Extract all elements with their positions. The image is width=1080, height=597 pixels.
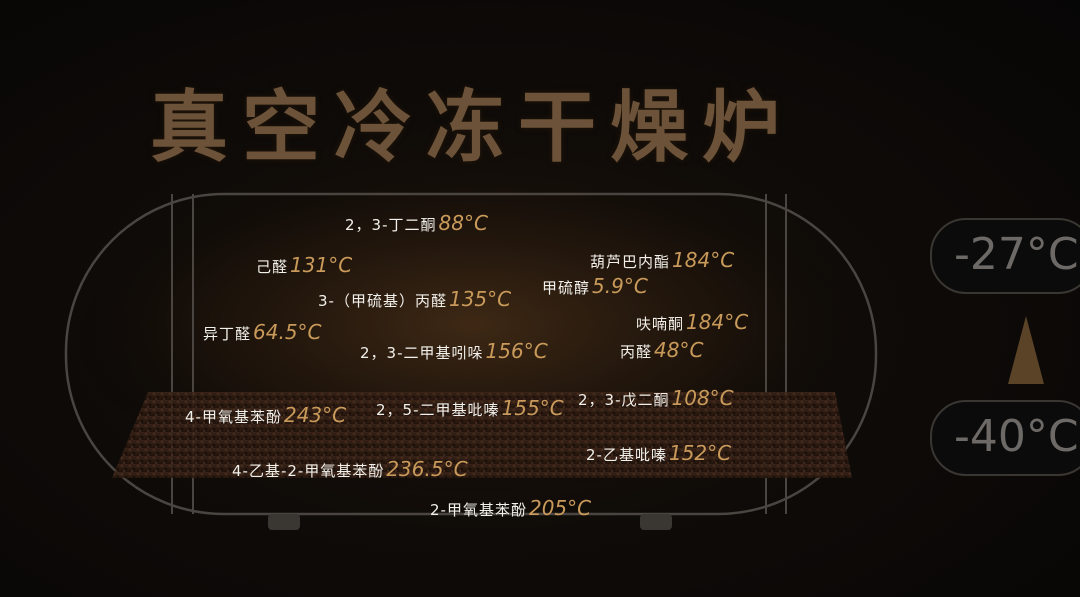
compound-name: 2-乙基吡嗪: [586, 446, 667, 464]
compound-temp: 243°C: [283, 403, 347, 427]
compound-temp: 64.5°C: [253, 320, 322, 344]
compound-name: 2，3-戊二酮: [578, 391, 670, 409]
upper-temperature-value: -27°C: [954, 229, 1079, 280]
compound-label: 2，3-戊二酮 108°C: [578, 385, 734, 413]
up-triangle-icon: [1008, 316, 1044, 384]
compound-label: 4-乙基-2-甲氧基苯酚 236.5°C: [232, 456, 468, 484]
compound-name: 3-（甲硫基）丙醛: [318, 292, 447, 310]
compound-temp: 135°C: [448, 287, 512, 311]
compound-label: 葫芦巴内酯 184°C: [590, 247, 734, 275]
compound-temp: 5.9°C: [592, 274, 648, 298]
compound-name: 丙醛: [620, 343, 653, 361]
compound-name: 葫芦巴内酯: [590, 253, 671, 271]
compound-temp: 131°C: [290, 253, 353, 277]
compound-name: 异丁醛: [203, 325, 252, 343]
compound-temp: 88°C: [438, 211, 488, 235]
tank-foot-left: [268, 514, 300, 530]
compound-label: 己醛 131°C: [256, 252, 352, 280]
compound-name: 呋喃酮: [636, 315, 685, 333]
compound-temp: 48°C: [654, 338, 704, 362]
compound-temp: 236.5°C: [386, 457, 468, 481]
compound-temp: 152°C: [668, 441, 732, 465]
compound-label: 2-乙基吡嗪 152°C: [586, 440, 731, 468]
compound-temp: 155°C: [501, 396, 564, 420]
lower-temperature-readout: -40°C: [930, 400, 1080, 476]
compound-label: 2-甲氧基苯酚 205°C: [430, 495, 591, 523]
compound-label: 4-甲氧基苯酚 243°C: [185, 402, 346, 430]
compound-name: 甲硫醇: [542, 279, 591, 297]
compound-name: 2，3-二甲基吲哚: [360, 344, 484, 362]
compound-label: 异丁醛 64.5°C: [203, 319, 322, 347]
compound-temp: 156°C: [485, 339, 548, 363]
compound-temp: 205°C: [528, 496, 592, 520]
compound-label: 2，3-丁二酮 88°C: [345, 210, 488, 238]
compound-temp: 184°C: [686, 310, 749, 334]
compound-label: 呋喃酮 184°C: [636, 309, 748, 337]
lower-temperature-value: -40°C: [954, 411, 1079, 462]
tank-foot-right: [640, 514, 672, 530]
compound-temp: 108°C: [671, 386, 734, 410]
compound-name: 己醛: [256, 258, 289, 276]
compound-label: 2，3-二甲基吲哚 156°C: [360, 338, 548, 366]
upper-temperature-readout: -27°C: [930, 218, 1080, 294]
compound-name: 4-乙基-2-甲氧基苯酚: [232, 462, 385, 480]
compound-name: 2，3-丁二酮: [345, 216, 437, 234]
compound-label: 丙醛 48°C: [620, 337, 703, 365]
compound-name: 4-甲氧基苯酚: [185, 408, 282, 426]
compound-name: 2-甲氧基苯酚: [430, 501, 527, 519]
compound-name: 2，5-二甲基吡嗪: [376, 401, 500, 419]
compound-label: 甲硫醇 5.9°C: [542, 273, 648, 301]
compound-label: 3-（甲硫基）丙醛 135°C: [318, 286, 511, 314]
compound-label: 2，5-二甲基吡嗪 155°C: [376, 395, 564, 423]
compound-temp: 184°C: [672, 248, 735, 272]
